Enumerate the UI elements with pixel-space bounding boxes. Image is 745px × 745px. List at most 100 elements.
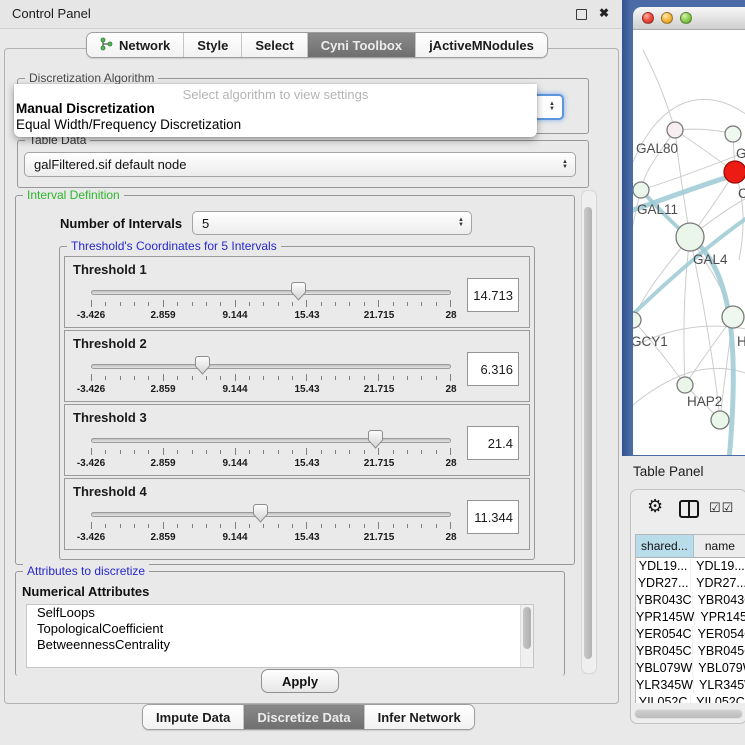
slider-handle[interactable] [195,356,210,375]
numerical-attributes-list[interactable]: SelfLoopsTopologicalCoefficientBetweenne… [26,604,534,668]
table-row[interactable]: YDR27...YDR27... [636,575,745,592]
zoom-traffic-light[interactable] [680,12,692,24]
interval-definition-group: Interval Definition Number of Intervals … [15,195,575,565]
network-window-titlebar[interactable] [633,7,745,30]
column-header-shared-name[interactable]: shared... [636,535,694,557]
table-row[interactable]: YBR045CYBR045C [636,643,745,660]
network-icon [100,37,113,54]
network-node[interactable] [667,122,683,138]
bottom-tab-infer-network[interactable]: Infer Network [364,705,474,729]
table-data-select[interactable]: galFiltered.sif default node ▲▼ [24,152,576,177]
attribute-list-item[interactable]: BetweennessCentrality [27,637,533,653]
cell-name[interactable]: YDR27... [691,575,745,592]
node-label: GCY1 [633,334,668,349]
attribute-list-item[interactable]: SelfLoops [27,605,533,621]
cell-shared-name[interactable]: YER054C [636,626,693,643]
cell-shared-name[interactable]: YDR27... [636,575,691,592]
tab-style[interactable]: Style [183,33,241,57]
cell-name[interactable]: YLR345W [694,677,745,694]
slider-handle[interactable] [253,504,268,523]
cell-name[interactable]: YPR145W [695,609,745,626]
threshold-slider[interactable]: -3.4262.8599.14415.4321.71528 [91,507,451,547]
minimize-traffic-light[interactable] [661,12,673,24]
cell-shared-name[interactable]: YPR145W [636,609,695,626]
close-traffic-light[interactable] [642,12,654,24]
cell-shared-name[interactable]: YIL052C [636,694,691,703]
network-node[interactable] [676,223,704,251]
tick-mark [436,524,437,528]
network-node[interactable] [633,182,649,198]
dropdown-item-equal-width-frequency[interactable]: Equal Width/Frequency Discretization [16,117,241,132]
table-row[interactable]: YDL19...YDL19... [636,558,745,575]
threshold-value-field[interactable]: 14.713 [467,278,519,312]
cell-name[interactable]: YBL079W [693,660,745,677]
threshold-value-field[interactable]: 6.316 [467,352,519,386]
attribute-list-item[interactable]: TopologicalCoefficient [27,621,533,637]
number-of-intervals-select[interactable]: 5 ▲▼ [192,211,472,235]
slider-handle[interactable] [291,282,306,301]
slider-track[interactable] [91,512,451,517]
cell-shared-name[interactable]: YBR045C [636,643,693,660]
table-data-selected-value: galFiltered.sif default node [34,157,186,172]
panel-scrollbar[interactable] [581,190,597,674]
table-row[interactable]: YLR345WYLR345W [636,677,745,694]
network-node[interactable] [633,312,641,328]
float-window-icon[interactable] [576,9,587,20]
bottom-tab-discretize-data[interactable]: Discretize Data [243,705,363,729]
select-columns-icon[interactable]: ☑☑ [709,500,734,516]
table-row[interactable]: YIL052CYIL052C [636,694,745,703]
control-panel-tabbar: Network Style SelectCyni ToolboxjActiveMNo… [86,32,548,58]
tab-jactivemnodules[interactable]: jActiveMNodules [415,33,547,57]
close-icon[interactable]: ✖ [599,6,609,20]
cell-name[interactable]: YER054C [693,626,745,643]
bottom-tab-impute-data[interactable]: Impute Data [143,705,243,729]
slider-track[interactable] [91,290,451,295]
cell-shared-name[interactable]: YLR345W [636,677,694,694]
table-row[interactable]: YBL079WYBL079W [636,660,745,677]
tab-cyni-toolbox[interactable]: Cyni Toolbox [307,33,415,57]
table-row[interactable]: YPR145WYPR145W [636,609,745,626]
network-canvas[interactable]: GAL80GACGAL11GAL4GCY1HHAP2 [633,30,745,455]
cell-name[interactable]: YBR045C [693,643,745,660]
tab-network[interactable]: Network [87,33,183,57]
apply-button[interactable]: Apply [261,669,339,693]
table-horizontal-scrollbar-thumb[interactable] [635,710,742,718]
slider-track[interactable] [91,364,451,369]
list-scrollbar-thumb[interactable] [523,607,531,649]
table-horizontal-scrollbar[interactable] [634,709,743,719]
network-node[interactable] [711,411,729,429]
tick-mark [206,302,207,306]
threshold-slider[interactable]: -3.4262.8599.14415.4321.71528 [91,285,451,325]
number-of-intervals-value: 5 [202,216,209,231]
tick-mark [450,300,451,307]
tick-mark [306,448,307,455]
threshold-slider[interactable]: -3.4262.8599.14415.4321.71528 [91,433,451,473]
threshold-slider[interactable]: -3.4262.8599.14415.4321.71528 [91,359,451,399]
panel-scrollbar-thumb[interactable] [584,207,592,659]
threshold-value-field[interactable]: 21.4 [467,426,519,460]
column-header-name[interactable]: name [694,535,745,557]
cell-shared-name[interactable]: YBR043C [636,592,693,609]
cell-shared-name[interactable]: YDL19... [636,558,691,575]
gear-icon[interactable]: ⚙ [647,496,663,517]
cell-shared-name[interactable]: YBL079W [636,660,693,677]
split-columns-icon[interactable] [679,500,699,523]
tab-label: Style [197,38,228,53]
network-node[interactable] [677,377,693,393]
list-scrollbar[interactable] [520,605,533,667]
cell-name[interactable]: YIL052C [691,694,745,703]
cell-name[interactable]: YDL19... [691,558,745,575]
table-row[interactable]: YBR043CYBR043C [636,592,745,609]
table-row[interactable]: YER054CYER054C [636,626,745,643]
tab-label: Network [119,38,170,53]
threshold-value-field[interactable]: 11.344 [467,500,519,534]
slider-track[interactable] [91,438,451,443]
tick-mark [120,524,121,528]
cell-name[interactable]: YBR043C [693,592,745,609]
slider-handle[interactable] [368,430,383,449]
network-node[interactable] [722,306,744,328]
dropdown-item-manual-discretization[interactable]: Manual Discretization [16,101,155,116]
network-node[interactable] [724,161,745,183]
tab-select[interactable]: Select [241,33,306,57]
network-node[interactable] [725,126,741,142]
